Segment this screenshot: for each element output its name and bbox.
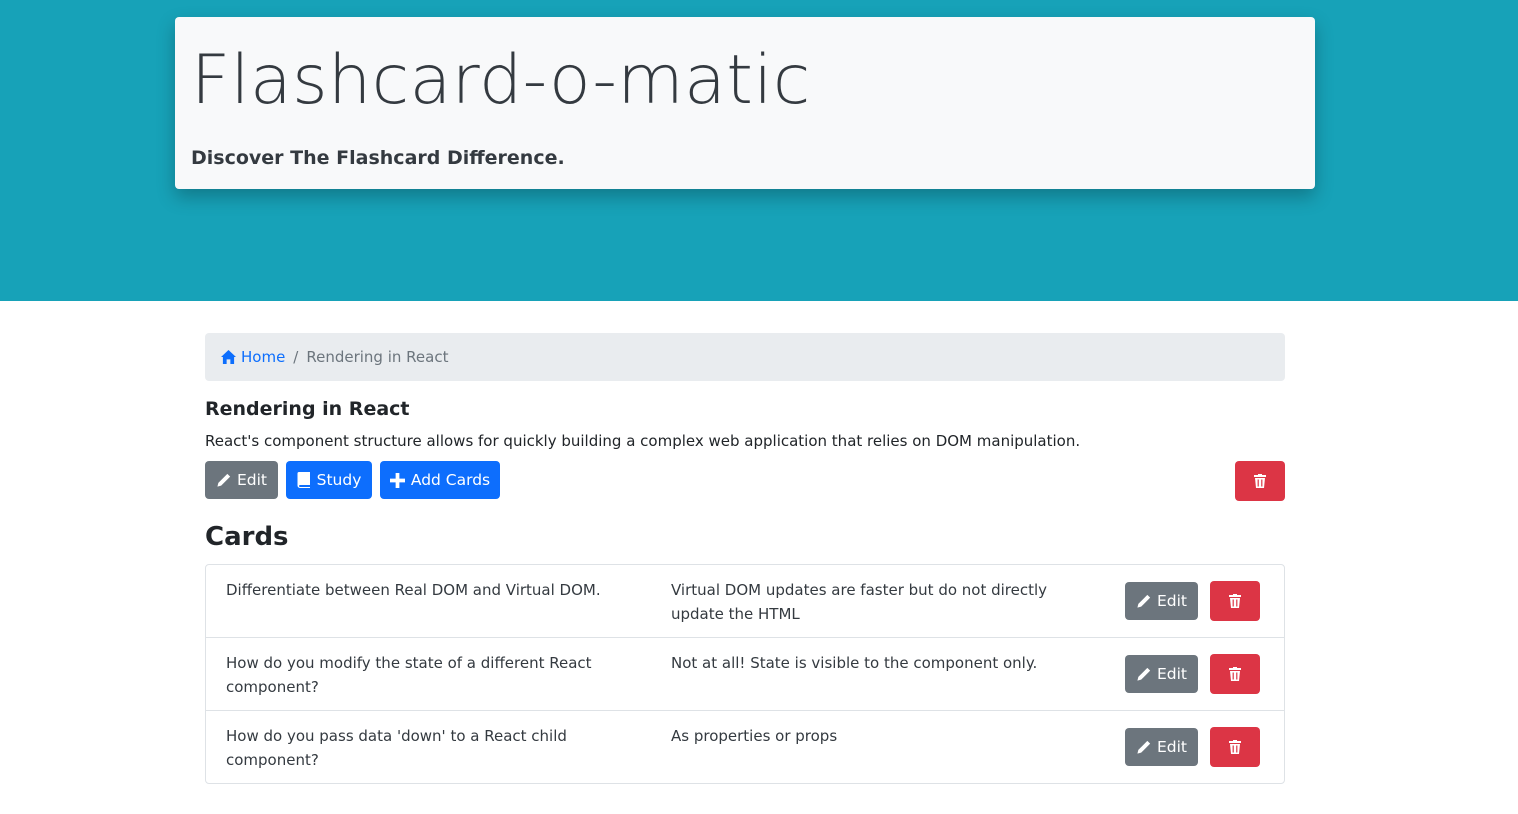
pencil-icon <box>1137 594 1151 608</box>
trash-icon <box>1229 594 1241 608</box>
card-back: As properties or props <box>671 727 838 745</box>
app-tagline: Discover The Flashcard Difference. <box>191 147 565 169</box>
plus-icon <box>389 472 405 488</box>
card-delete-button[interactable] <box>1210 727 1260 767</box>
breadcrumb-current: Rendering in React <box>306 348 449 366</box>
cards-heading: Cards <box>205 522 289 552</box>
trash-icon <box>1229 740 1241 754</box>
card-row: Differentiate between Real DOM and Virtu… <box>206 565 1284 638</box>
breadcrumb: Home / Rendering in React <box>205 333 1285 381</box>
card-edit-button[interactable]: Edit <box>1125 728 1198 766</box>
pencil-icon <box>1137 667 1151 681</box>
card-back: Not at all! State is visible to the comp… <box>671 654 1038 672</box>
app-title: Flashcard-o-matic <box>191 41 811 120</box>
delete-deck-button[interactable] <box>1235 461 1285 501</box>
deck-edit-button[interactable]: Edit <box>205 461 278 499</box>
deck-title: Rendering in React <box>205 398 410 420</box>
trash-icon <box>1254 474 1266 488</box>
card-delete-button[interactable] <box>1210 654 1260 694</box>
add-cards-label: Add Cards <box>410 471 491 489</box>
deck-edit-label: Edit <box>236 471 268 489</box>
card-edit-label: Edit <box>1156 738 1188 756</box>
card-edit-label: Edit <box>1156 665 1188 683</box>
card-edit-button[interactable]: Edit <box>1125 582 1198 620</box>
card-back: Virtual DOM updates are faster but do no… <box>671 581 1048 623</box>
card-front: How do you modify the state of a differe… <box>226 654 592 696</box>
hero-banner: Flashcard-o-matic Discover The Flashcard… <box>0 0 1518 301</box>
breadcrumb-home-link[interactable]: Home <box>221 348 285 366</box>
card-row: How do you modify the state of a differe… <box>206 638 1284 711</box>
deck-description: React's component structure allows for q… <box>205 432 1081 450</box>
book-icon <box>297 472 310 488</box>
study-label: Study <box>316 471 362 489</box>
card-front: How do you pass data 'down' to a React c… <box>226 727 567 769</box>
card-edit-button[interactable]: Edit <box>1125 655 1198 693</box>
pencil-icon <box>217 473 231 487</box>
breadcrumb-separator: / <box>293 348 299 366</box>
jumbotron: Flashcard-o-matic Discover The Flashcard… <box>175 17 1315 189</box>
card-edit-label: Edit <box>1156 592 1188 610</box>
card-row: How do you pass data 'down' to a React c… <box>206 711 1284 783</box>
add-cards-button[interactable]: Add Cards <box>380 461 500 499</box>
pencil-icon <box>1137 740 1151 754</box>
trash-icon <box>1229 667 1241 681</box>
breadcrumb-home-label: Home <box>241 348 286 366</box>
card-list: Differentiate between Real DOM and Virtu… <box>205 564 1285 784</box>
study-button[interactable]: Study <box>286 461 372 499</box>
home-icon <box>221 350 236 364</box>
card-delete-button[interactable] <box>1210 581 1260 621</box>
card-front: Differentiate between Real DOM and Virtu… <box>226 581 601 599</box>
